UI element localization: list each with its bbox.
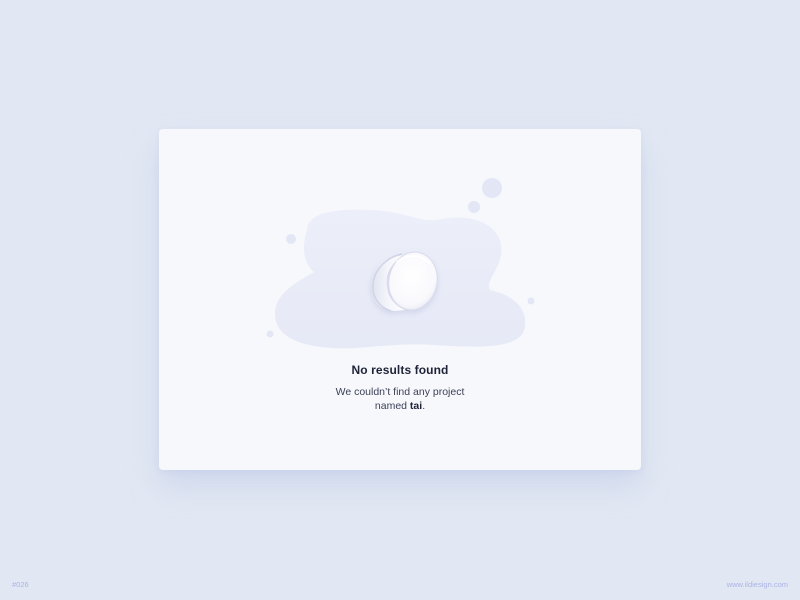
search-query: tai (409, 400, 423, 412)
empty-state-card: No results found We couldn’t find any pr… (159, 129, 641, 470)
bubble-decoration (527, 297, 535, 305)
empty-state-title: No results found (351, 363, 449, 377)
spilled-cup-icon (266, 178, 535, 349)
empty-state-message-line1: We couldn’t find any project (335, 386, 465, 398)
page: No results found We couldn’t find any pr… (0, 0, 800, 600)
message-suffix: . (422, 400, 426, 412)
empty-state-message: We couldn’t find any project named tai. (159, 385, 641, 413)
bubble-decoration (266, 330, 274, 338)
bubble-decoration (468, 201, 480, 213)
empty-state-message-line2: named tai. (159, 399, 641, 413)
bubble-decoration (482, 178, 502, 198)
bubble-decoration (286, 234, 296, 244)
shot-number: #026 (12, 580, 29, 589)
message-prefix: named (374, 400, 410, 412)
website-link[interactable]: www.ildiesign.com (727, 580, 788, 589)
